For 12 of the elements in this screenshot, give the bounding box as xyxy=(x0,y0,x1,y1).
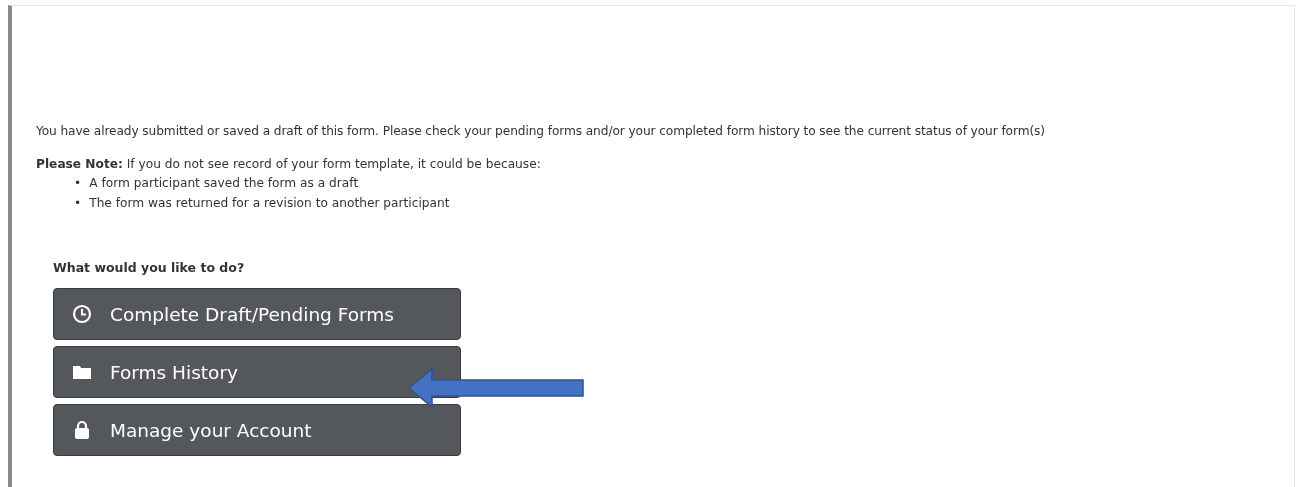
note-text: Please Note: If you do not see record of your form template, it could be because: xyxy=(36,157,542,171)
status-message: You have already submitted or saved a draft of this form. Please check your pending forms and/or your completed form history to see the current status of your form(s) xyxy=(36,124,1046,138)
action-button[interactable]: Manage your Account xyxy=(53,404,461,456)
bullet-mark: • xyxy=(74,195,82,212)
action-button[interactable]: Complete Draft/Pending Forms xyxy=(53,288,461,340)
clock-icon xyxy=(72,304,92,324)
reason-text: The form was returned for a revision to another participant xyxy=(89,195,450,212)
reason-text: A form participant saved the form as a draft xyxy=(89,175,359,192)
action-button[interactable]: Forms History xyxy=(53,346,461,398)
bullet-mark: • xyxy=(74,175,82,192)
lock-icon xyxy=(72,420,92,440)
prompt-label: What would you like to do? xyxy=(53,260,246,275)
